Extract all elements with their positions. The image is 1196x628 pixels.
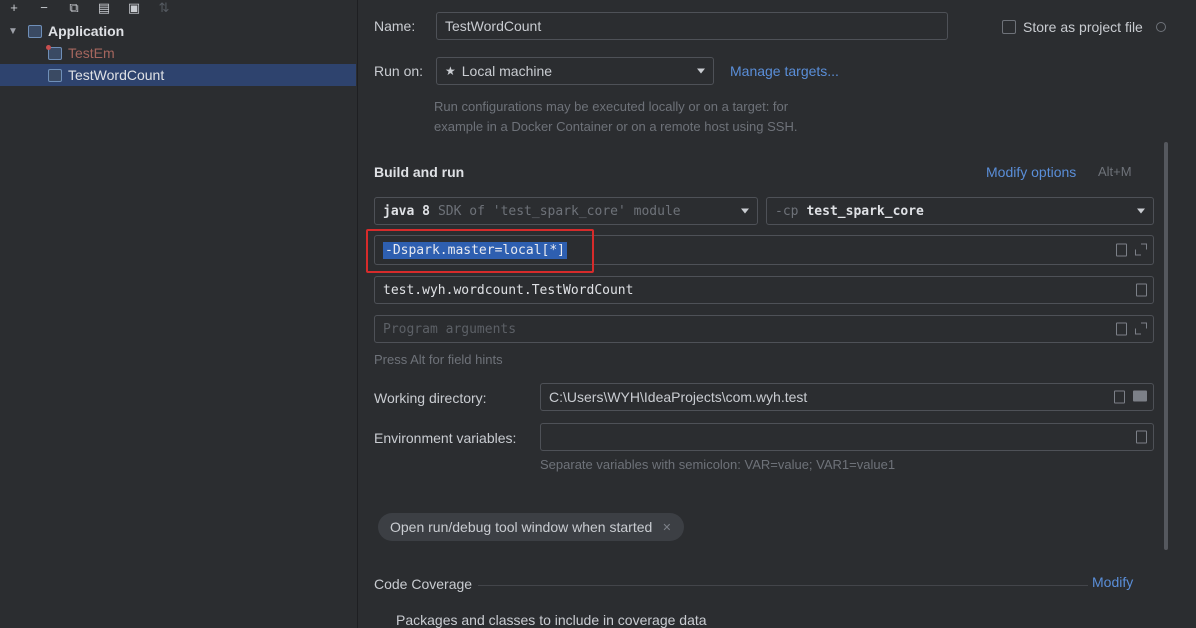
program-arguments-input[interactable]: Program arguments	[374, 315, 1154, 343]
application-icon	[28, 24, 42, 38]
jdk-dropdown[interactable]: java 8 SDK of 'test_spark_core' module	[374, 197, 758, 225]
run-on-hint-line-2: example in a Docker Container or on a re…	[434, 119, 798, 134]
modify-options-link[interactable]: Modify options	[986, 164, 1076, 180]
chevron-down-icon	[1137, 208, 1145, 214]
open-tool-window-label: Open run/debug tool window when started	[390, 519, 653, 535]
open-tool-window-option[interactable]: Open run/debug tool window when started …	[378, 513, 684, 541]
working-directory-label: Working directory:	[374, 390, 487, 406]
classpath-prefix: -cp	[775, 203, 799, 219]
code-coverage-title: Code Coverage	[374, 576, 473, 592]
tree-node-application[interactable]: ▼ Application	[0, 20, 356, 42]
coverage-packages-label: Packages and classes to include in cover…	[396, 612, 707, 628]
home-icon: ★	[445, 64, 456, 78]
store-as-project-label: Store as project file	[1023, 19, 1143, 35]
environment-variables-label: Environment variables:	[374, 430, 517, 446]
jdk-hint: SDK of 'test_spark_core' module	[437, 203, 681, 219]
tree-item-label: TestWordCount	[68, 67, 165, 83]
program-arguments-placeholder: Program arguments	[383, 321, 517, 337]
classpath-dropdown[interactable]: -cp test_spark_core	[766, 197, 1154, 225]
field-actions	[1116, 322, 1147, 336]
main-class-input[interactable]: test.wyh.wordcount.TestWordCount	[374, 276, 1154, 304]
name-input[interactable]: TestWordCount	[436, 12, 948, 40]
jdk-value: java 8	[383, 203, 430, 219]
scrollbar[interactable]	[1164, 142, 1168, 550]
remove-icon[interactable]: −	[36, 0, 52, 14]
run-on-label: Run on:	[374, 63, 424, 79]
chevron-down-icon[interactable]: ▼	[8, 26, 22, 37]
name-label: Name:	[374, 18, 416, 34]
annotation-highlight-box	[366, 229, 594, 273]
main-class-value: test.wyh.wordcount.TestWordCount	[383, 282, 634, 298]
environment-variables-hint: Separate variables with semicolon: VAR=v…	[540, 457, 896, 472]
config-error-icon	[46, 44, 62, 60]
field-actions	[1136, 430, 1147, 444]
field-hints-text: Press Alt for field hints	[374, 352, 503, 367]
expand-icon[interactable]	[1135, 243, 1147, 256]
run-on-dropdown[interactable]: ★ Local machine	[436, 57, 714, 85]
working-directory-value: C:\Users\WYH\IdeaProjects\com.wyh.test	[549, 389, 808, 405]
tree-node-label: Application	[48, 23, 125, 39]
coverage-modify-link[interactable]: Modify	[1092, 574, 1133, 590]
modify-options-shortcut: Alt+M	[1098, 164, 1132, 179]
working-directory-input[interactable]: C:\Users\WYH\IdeaProjects\com.wyh.test	[540, 383, 1154, 411]
close-icon[interactable]: ✕	[662, 521, 671, 534]
tree-item-label: TestEm	[68, 45, 115, 61]
manage-targets-link[interactable]: Manage targets...	[730, 63, 839, 79]
build-and-run-title: Build and run	[374, 164, 465, 180]
section-divider	[478, 585, 1088, 586]
clipboard-icon[interactable]	[1136, 430, 1147, 444]
name-value: TestWordCount	[445, 18, 542, 34]
save-icon[interactable]: ▤	[96, 0, 112, 14]
field-actions	[1136, 283, 1147, 297]
field-actions	[1116, 243, 1147, 257]
search-icon[interactable]	[1156, 22, 1166, 32]
clipboard-icon[interactable]	[1116, 243, 1127, 257]
clipboard-icon[interactable]	[1114, 390, 1125, 404]
clipboard-icon[interactable]	[1116, 322, 1127, 336]
run-on-value: Local machine	[461, 63, 553, 79]
folder-icon[interactable]	[1133, 390, 1147, 402]
field-actions	[1114, 390, 1147, 404]
environment-variables-input[interactable]	[540, 423, 1154, 451]
chevron-down-icon	[697, 68, 705, 74]
store-as-project-checkbox[interactable]	[1002, 20, 1016, 34]
configurations-panel: + − ⧉ ▤ ▣ ⇅ ▼ Application TestEm TestWor…	[0, 0, 358, 628]
clipboard-icon[interactable]	[1136, 283, 1147, 297]
run-on-hint-line-1: Run configurations may be executed local…	[434, 99, 789, 114]
edit-icon[interactable]: ▣	[126, 0, 142, 14]
tree-item-testwordcount[interactable]: TestWordCount	[0, 64, 356, 86]
config-icon	[48, 68, 62, 82]
expand-icon[interactable]	[1135, 322, 1147, 335]
configurations-toolbar: + − ⧉ ▤ ▣ ⇅	[6, 0, 172, 14]
add-icon[interactable]: +	[6, 0, 22, 14]
classpath-value: test_spark_core	[806, 203, 924, 219]
sort-icon[interactable]: ⇅	[156, 0, 172, 14]
configuration-tree: ▼ Application TestEm TestWordCount	[0, 20, 356, 86]
configuration-editor: Name: TestWordCount Store as project fil…	[358, 0, 1196, 628]
copy-icon[interactable]: ⧉	[66, 0, 82, 14]
chevron-down-icon	[741, 208, 749, 214]
tree-item-testem[interactable]: TestEm	[0, 42, 356, 64]
